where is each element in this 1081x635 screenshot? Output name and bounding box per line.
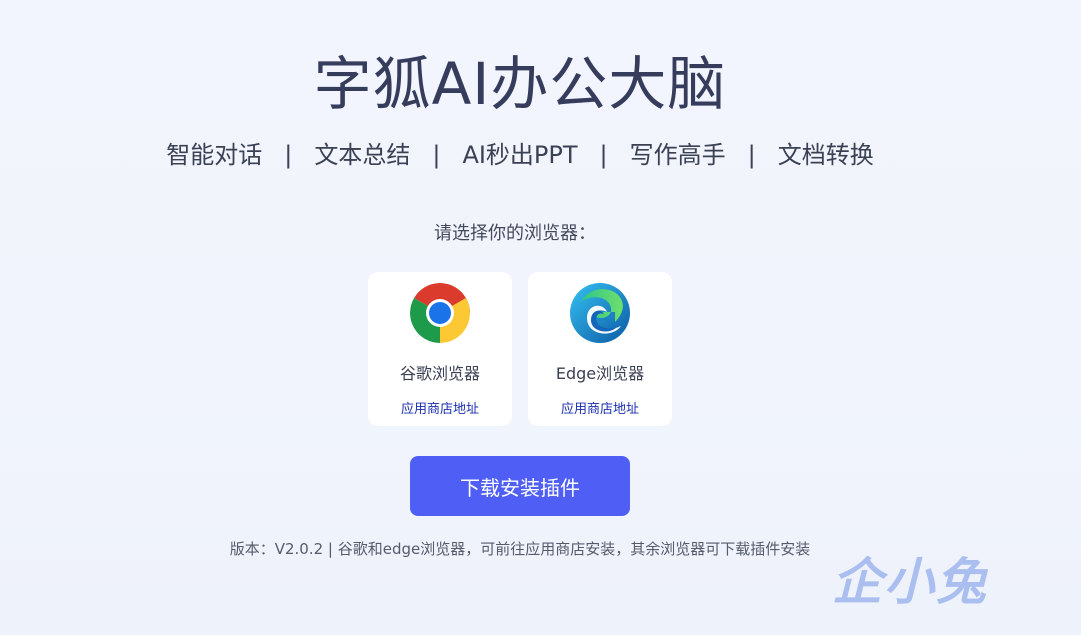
feature-separator: |: [747, 141, 756, 169]
edge-icon: [570, 283, 630, 343]
chrome-card[interactable]: 谷歌浏览器 应用商店地址: [368, 272, 512, 426]
browser-name: 谷歌浏览器: [399, 364, 480, 383]
page-title: 字狐AI办公大脑: [313, 50, 727, 118]
browser-name: Edge浏览器: [555, 364, 645, 383]
feature-separator: |: [284, 141, 293, 169]
browser-prompt: 请选择你的浏览器：: [434, 223, 596, 244]
feature-item: AI秒出PPT: [462, 141, 578, 169]
watermark-logo: 企小兔: [832, 553, 988, 611]
chrome-icon: [410, 283, 470, 343]
feature-separator: |: [599, 141, 608, 169]
feature-item: 写作高手: [629, 141, 726, 169]
feature-list: 智能对话 | 文本总结 | AI秒出PPT | 写作高手 | 文档转换: [0, 136, 1040, 174]
feature-item: 文本总结: [314, 141, 411, 169]
edge-card[interactable]: Edge浏览器 应用商店地址: [528, 272, 672, 426]
edge-store-link[interactable]: 应用商店地址: [528, 398, 672, 417]
chrome-store-link[interactable]: 应用商店地址: [368, 398, 512, 417]
feature-item: 文档转换: [777, 141, 874, 169]
feature-item: 智能对话: [166, 141, 263, 169]
feature-separator: |: [432, 141, 441, 169]
download-plugin-button[interactable]: 下载安装插件: [410, 456, 630, 516]
